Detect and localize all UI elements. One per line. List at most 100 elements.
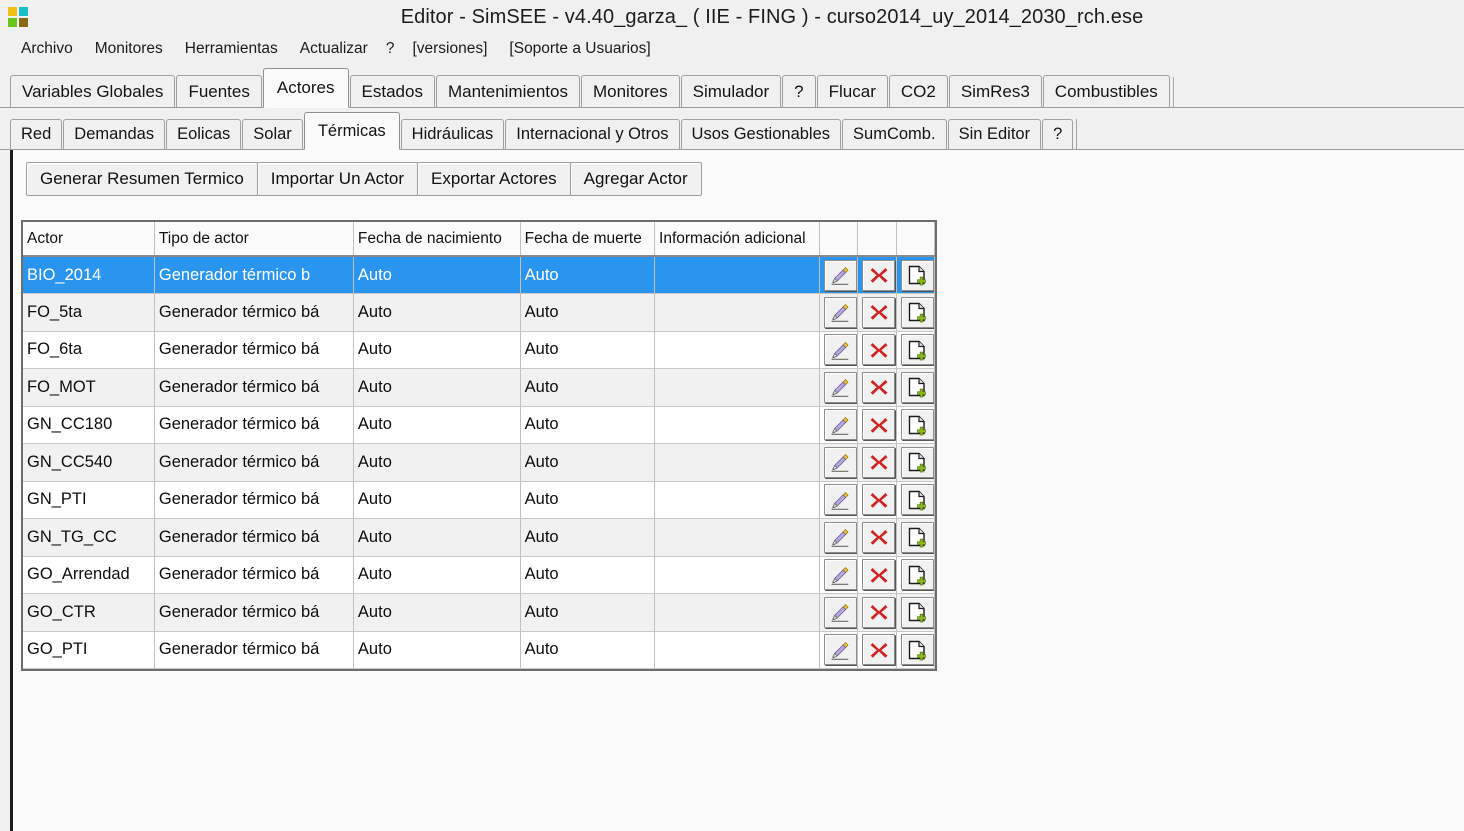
additional-info-cell[interactable]: [654, 406, 820, 444]
death-date-cell[interactable]: Auto: [520, 368, 656, 407]
birth-date-cell[interactable]: Auto: [353, 406, 521, 444]
additional-info-cell[interactable]: [654, 368, 820, 407]
tab-monitores[interactable]: Monitores: [580, 75, 680, 108]
actor-type-cell[interactable]: Generador térmico bá: [154, 631, 354, 669]
tab-fuentes[interactable]: Fuentes: [176, 75, 262, 108]
edit-pencil-icon[interactable]: [823, 596, 857, 628]
duplicate-page-icon[interactable]: [900, 484, 934, 516]
death-date-cell[interactable]: Auto: [520, 331, 656, 369]
death-date-cell[interactable]: Auto: [520, 593, 656, 632]
actor-name-cell[interactable]: GN_TG_CC: [23, 518, 155, 557]
birth-date-cell[interactable]: Auto: [353, 556, 521, 594]
additional-info-cell[interactable]: [654, 443, 820, 482]
additional-info-cell[interactable]: [654, 593, 820, 632]
table-row[interactable]: GN_TG_CC Generador térmico bá Auto Auto: [23, 518, 936, 557]
delete-x-icon[interactable]: [862, 371, 896, 403]
edit-pencil-icon[interactable]: [823, 259, 857, 291]
duplicate-page-icon[interactable]: [900, 559, 934, 591]
additional-info-cell[interactable]: [654, 518, 820, 557]
actor-type-cell[interactable]: Generador térmico b: [154, 256, 354, 294]
duplicate-page-icon[interactable]: [900, 334, 934, 366]
death-date-cell[interactable]: Auto: [520, 518, 656, 557]
edit-pencil-icon[interactable]: [823, 484, 857, 516]
tab-actores[interactable]: Actores: [262, 68, 349, 108]
tab-eolicas[interactable]: Eolicas: [166, 119, 242, 150]
delete-x-icon[interactable]: [862, 409, 896, 441]
menu-item-herramientas[interactable]: Herramientas: [174, 38, 289, 60]
tab-variables-globales[interactable]: Variables Globales: [10, 75, 176, 108]
birth-date-cell[interactable]: Auto: [353, 481, 521, 519]
delete-x-icon[interactable]: [862, 334, 896, 366]
tab-sin-editor[interactable]: Sin Editor: [947, 119, 1042, 150]
death-date-cell[interactable]: Auto: [520, 293, 656, 332]
menu-item-versiones[interactable]: [versiones]: [401, 38, 498, 60]
death-date-cell[interactable]: Auto: [520, 443, 656, 482]
birth-date-cell[interactable]: Auto: [353, 518, 521, 557]
table-row[interactable]: GN_CC180 Generador térmico bá Auto Auto: [23, 406, 936, 444]
tab-co2[interactable]: CO2: [888, 75, 948, 108]
delete-x-icon[interactable]: [862, 596, 896, 628]
actor-type-cell[interactable]: Generador térmico bá: [154, 331, 354, 369]
delete-x-icon[interactable]: [862, 559, 896, 591]
actor-name-cell[interactable]: BIO_2014: [23, 256, 155, 294]
death-date-cell[interactable]: Auto: [520, 256, 656, 294]
tab-simres3[interactable]: SimRes3: [948, 75, 1042, 108]
toolbar-button-exportar-actores[interactable]: Exportar Actores: [417, 162, 571, 196]
table-row[interactable]: BIO_2014 Generador térmico b Auto Auto: [23, 256, 936, 294]
birth-date-cell[interactable]: Auto: [353, 443, 521, 482]
death-date-cell[interactable]: Auto: [520, 631, 656, 669]
column-header-información-adicional[interactable]: Información adicional: [654, 222, 820, 257]
edit-pencil-icon[interactable]: [823, 409, 857, 441]
actor-type-cell[interactable]: Generador térmico bá: [154, 368, 354, 407]
menu-item-monitores[interactable]: Monitores: [84, 38, 174, 60]
column-header-actor[interactable]: Actor: [23, 222, 155, 257]
table-row[interactable]: FO_5ta Generador térmico bá Auto Auto: [23, 293, 936, 332]
tab-térmicas[interactable]: Térmicas: [303, 112, 400, 150]
actor-name-cell[interactable]: FO_6ta: [23, 331, 155, 369]
duplicate-page-icon[interactable]: [900, 521, 934, 553]
actor-name-cell[interactable]: GO_Arrendad: [23, 556, 155, 594]
tab-mantenimientos[interactable]: Mantenimientos: [435, 75, 580, 108]
table-row[interactable]: GN_PTI Generador térmico bá Auto Auto: [23, 481, 936, 519]
table-row[interactable]: FO_6ta Generador térmico bá Auto Auto: [23, 331, 936, 369]
birth-date-cell[interactable]: Auto: [353, 631, 521, 669]
duplicate-page-icon[interactable]: [900, 409, 934, 441]
actor-name-cell[interactable]: FO_5ta: [23, 293, 155, 332]
column-header-tipo-de-actor[interactable]: Tipo de actor: [154, 222, 354, 257]
column-header-fecha-de-muerte[interactable]: Fecha de muerte: [520, 222, 656, 257]
delete-x-icon[interactable]: [862, 634, 896, 666]
tab-simulador[interactable]: Simulador: [680, 75, 782, 108]
table-row[interactable]: FO_MOT Generador térmico bá Auto Auto: [23, 368, 936, 407]
duplicate-page-icon[interactable]: [900, 634, 934, 666]
edit-pencil-icon[interactable]: [823, 334, 857, 366]
additional-info-cell[interactable]: [654, 481, 820, 519]
edit-pencil-icon[interactable]: [823, 371, 857, 403]
actor-type-cell[interactable]: Generador térmico bá: [154, 481, 354, 519]
actor-name-cell[interactable]: GN_CC540: [23, 443, 155, 482]
death-date-cell[interactable]: Auto: [520, 406, 656, 444]
duplicate-page-icon[interactable]: [900, 446, 934, 478]
actor-type-cell[interactable]: Generador térmico bá: [154, 293, 354, 332]
delete-x-icon[interactable]: [862, 296, 896, 328]
duplicate-page-icon[interactable]: [900, 371, 934, 403]
tab-hidráulicas[interactable]: Hidráulicas: [400, 119, 505, 150]
toolbar-button-importar-un-actor[interactable]: Importar Un Actor: [256, 162, 418, 196]
tab-internacional-y-otros[interactable]: Internacional y Otros: [505, 119, 680, 150]
edit-pencil-icon[interactable]: [823, 634, 857, 666]
additional-info-cell[interactable]: [654, 331, 820, 369]
tab-demandas[interactable]: Demandas: [63, 119, 166, 150]
delete-x-icon[interactable]: [862, 259, 896, 291]
delete-x-icon[interactable]: [862, 446, 896, 478]
menu-item-archivo[interactable]: Archivo: [10, 38, 84, 60]
edit-pencil-icon[interactable]: [823, 446, 857, 478]
edit-pencil-icon[interactable]: [823, 559, 857, 591]
delete-x-icon[interactable]: [862, 521, 896, 553]
death-date-cell[interactable]: Auto: [520, 556, 656, 594]
delete-x-icon[interactable]: [862, 484, 896, 516]
table-row[interactable]: GO_Arrendad Generador térmico bá Auto Auto: [23, 556, 936, 594]
tab-red[interactable]: Red: [10, 119, 63, 150]
edit-pencil-icon[interactable]: [823, 521, 857, 553]
menu-item-actualizar[interactable]: Actualizar: [289, 38, 379, 60]
actor-name-cell[interactable]: GN_CC180: [23, 406, 155, 444]
birth-date-cell[interactable]: Auto: [353, 256, 521, 294]
